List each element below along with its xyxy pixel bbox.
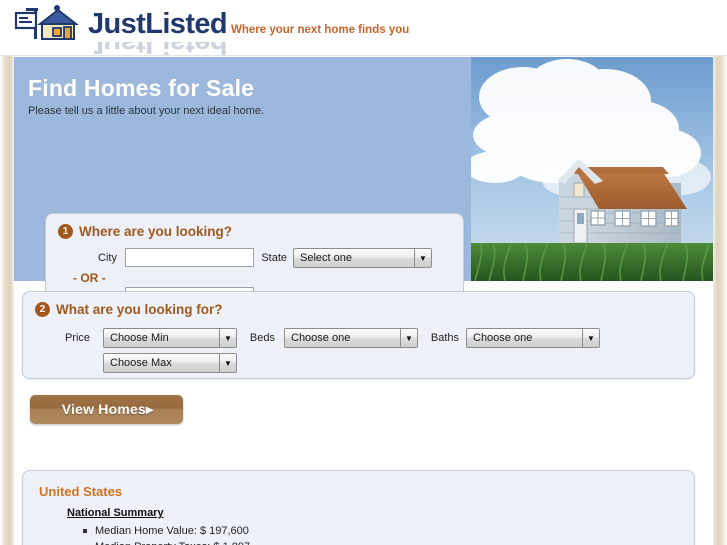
region-title: United States (39, 484, 123, 499)
step1-number-badge: 1 (58, 224, 73, 239)
summary-stat-item: Median Property Taxes: $ 1,897 (95, 539, 250, 545)
chevron-down-icon: ▼ (219, 329, 236, 347)
baths-select[interactable]: Choose one ▼ (466, 328, 600, 348)
chevron-down-icon: ▼ (400, 329, 417, 347)
beds-value: Choose one (291, 332, 351, 344)
state-label: State (261, 252, 287, 264)
step2-heading: 2 What are you looking for? (35, 302, 223, 317)
house-on-grass-illustration (471, 57, 713, 281)
price-max-value: Choose Max (110, 357, 172, 369)
step2-heading-text: What are you looking for? (56, 302, 223, 317)
baths-value: Choose one (473, 332, 533, 344)
city-label: City (98, 252, 117, 264)
view-homes-label: View Homes (61, 401, 146, 417)
price-label: Price (64, 332, 90, 344)
logo-reflection: JustListed (12, 42, 227, 56)
region-info-panel: United States National Summary Median Ho… (22, 470, 695, 545)
price-min-value: Choose Min (110, 332, 169, 344)
chevron-down-icon: ▼ (414, 249, 431, 267)
site-logo[interactable]: JustListed (12, 4, 228, 44)
step2-number-badge: 2 (35, 302, 50, 317)
site-header: JustListed JustListed Where your next ho… (0, 0, 727, 56)
page-root: JustListed JustListed Where your next ho… (0, 0, 727, 545)
hero-photo (471, 57, 713, 281)
beds-label: Beds (249, 332, 275, 344)
step1-heading: 1 Where are you looking? (58, 224, 232, 239)
step2-panel: 2 What are you looking for? Price Choose… (22, 291, 695, 379)
page-subtitle: Please tell us a little about your next … (28, 105, 265, 117)
arrow-right-icon: ▸ (146, 401, 154, 417)
city-input[interactable] (125, 248, 254, 267)
state-select-value: Select one (300, 252, 352, 264)
site-tagline: Where your next home finds you (231, 24, 410, 36)
step1-heading-text: Where are you looking? (79, 224, 233, 239)
view-homes-button[interactable]: View Homes▸ (30, 395, 183, 424)
baths-label: Baths (430, 332, 459, 344)
chevron-down-icon: ▼ (219, 354, 236, 372)
page-right-edge (713, 56, 727, 545)
or-label: - OR - (73, 271, 106, 285)
summary-stat-item: Median Home Value: $ 197,600 (82, 525, 249, 537)
national-summary-heading: National Summary (67, 507, 164, 519)
state-select[interactable]: Select one ▼ (293, 248, 432, 268)
hero-banner: Find Homes for Sale Please tell us a lit… (14, 57, 713, 319)
national-summary-stats: Median Home Value: $ 197,600 Median Prope… (79, 523, 250, 545)
brand-wordmark: JustListed (88, 8, 228, 40)
beds-select[interactable]: Choose one ▼ (284, 328, 418, 348)
page-title: Find Homes for Sale (28, 75, 255, 101)
house-sign-logo-icon (14, 5, 79, 40)
chevron-down-icon: ▼ (582, 329, 599, 347)
price-max-select[interactable]: Choose Max ▼ (103, 353, 237, 373)
logo-reflection-text: JustListed (88, 42, 227, 56)
price-min-select[interactable]: Choose Min ▼ (103, 328, 237, 348)
page-left-edge (0, 56, 14, 545)
